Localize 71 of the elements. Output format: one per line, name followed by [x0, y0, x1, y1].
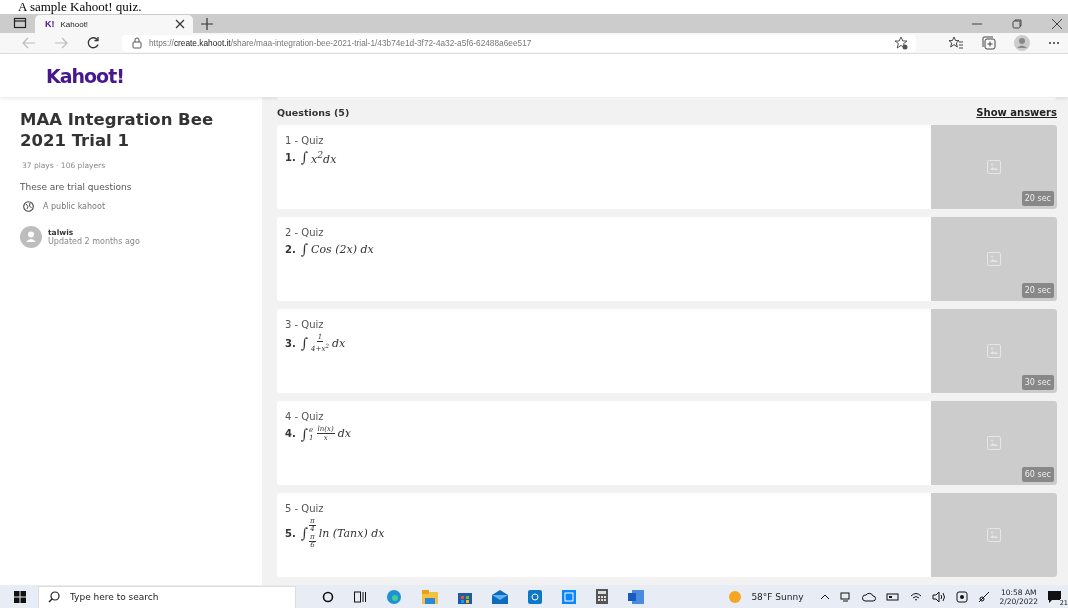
document-app-icon[interactable] — [628, 589, 644, 604]
task-view-icon[interactable] — [354, 590, 366, 603]
weather-text[interactable]: 58°F Sunny — [751, 591, 804, 602]
question-card[interactable]: 1 - Quiz 1. ∫ x$^{2}$dx 20 sec — [277, 125, 1057, 209]
cloud-icon[interactable] — [861, 591, 876, 602]
time-limit-badge: 60 sec — [1021, 467, 1054, 482]
kahoot-title: MAA Integration Bee 2021 Trial 1 — [20, 109, 215, 151]
time-limit-badge: 30 sec — [1021, 375, 1054, 390]
image-icon — [987, 160, 1001, 174]
question-type: 3 - Quiz — [285, 319, 325, 330]
visibility-label: A public kahoot — [43, 202, 106, 211]
show-answers-link[interactable]: Show answers — [976, 107, 1057, 118]
math-expression: ∫ Cos (2x) dx — [300, 241, 374, 257]
question-number: 3. — [285, 337, 296, 349]
image-icon — [987, 528, 1001, 542]
search-icon — [48, 591, 60, 603]
question-number: 1. — [285, 151, 296, 163]
cortana-icon[interactable] — [322, 590, 334, 603]
question-number: 5. — [285, 527, 296, 539]
chevron-up-icon[interactable] — [819, 593, 830, 600]
new-tab-icon[interactable] — [201, 18, 213, 30]
math-expression: ∫ x$^{2}$dx — [300, 149, 337, 166]
browser-tab[interactable]: K! Kahoot! — [35, 15, 193, 33]
browser-icon[interactable] — [386, 588, 402, 605]
meet-icon[interactable] — [839, 590, 852, 603]
address-field[interactable]: https://create.kahoot.it/share/maa-integration-bee-2021-trial-1/43b74e1d-3f72-4a32-a5f6-62488a6ee517 — [122, 34, 916, 52]
reload-icon[interactable] — [86, 36, 100, 50]
kahoot-description: These are trial questions — [20, 182, 133, 192]
updated-time: Updated 2 months ago — [48, 237, 140, 246]
url-text: https://create.kahoot.it/share/maa-integration-bee-2021-trial-1/43b74e1d-3f72-4a32-a5f6-62488a6ee517 — [149, 38, 533, 48]
more-icon[interactable] — [1048, 41, 1060, 45]
favorite-add-icon[interactable] — [894, 36, 908, 50]
app-tray-icon[interactable] — [955, 590, 968, 603]
question-number: 2. — [285, 243, 296, 255]
question-type: 1 - Quiz — [285, 135, 325, 146]
image-icon — [987, 436, 1001, 450]
question-number: 4. — [285, 428, 296, 439]
battery-icon[interactable] — [885, 591, 900, 602]
question-card[interactable]: 2 - Quiz 2. ∫ Cos (2x) dx 20 sec — [277, 217, 1057, 301]
windows-start-icon[interactable] — [14, 590, 26, 603]
folder-icon[interactable] — [422, 589, 438, 604]
caption-text: A sample Kahoot! quiz. — [18, 0, 142, 14]
calculator-icon[interactable] — [596, 589, 608, 604]
app-icon[interactable] — [528, 589, 542, 604]
wifi-icon[interactable] — [909, 590, 922, 603]
notifications-icon[interactable] — [1048, 590, 1061, 603]
question-type: 4 - Quiz — [285, 411, 325, 422]
favorites-icon[interactable] — [948, 36, 964, 50]
questions-heading: Questions (5) — [277, 107, 350, 118]
question-type: 2 - Quiz — [285, 227, 325, 238]
restore-icon[interactable] — [1012, 19, 1022, 29]
image-icon — [987, 344, 1001, 358]
volume-icon[interactable] — [931, 590, 946, 603]
image-icon — [987, 252, 1001, 266]
lock-icon — [132, 37, 142, 49]
mail-icon[interactable] — [492, 589, 508, 604]
collections-icon[interactable] — [982, 36, 996, 50]
tab-actions-icon[interactable] — [13, 16, 27, 30]
kahoot-logo[interactable]: Kahoot! — [46, 64, 124, 87]
taskbar-search-field[interactable]: Type here to search — [38, 585, 296, 608]
question-type: 5 - Quiz — [285, 503, 325, 514]
tab-title: Kahoot! — [60, 19, 90, 29]
time-limit-badge: 20 sec — [1021, 191, 1054, 206]
pen-icon[interactable] — [977, 590, 990, 603]
app-icon[interactable] — [562, 589, 576, 604]
globe-icon — [23, 201, 34, 212]
profile-avatar-icon[interactable] — [1014, 35, 1030, 51]
favicon-icon: K! — [45, 19, 55, 29]
time-limit-badge: 20 sec — [1021, 283, 1054, 298]
close-icon[interactable] — [175, 19, 185, 29]
close-icon[interactable] — [1052, 19, 1062, 29]
